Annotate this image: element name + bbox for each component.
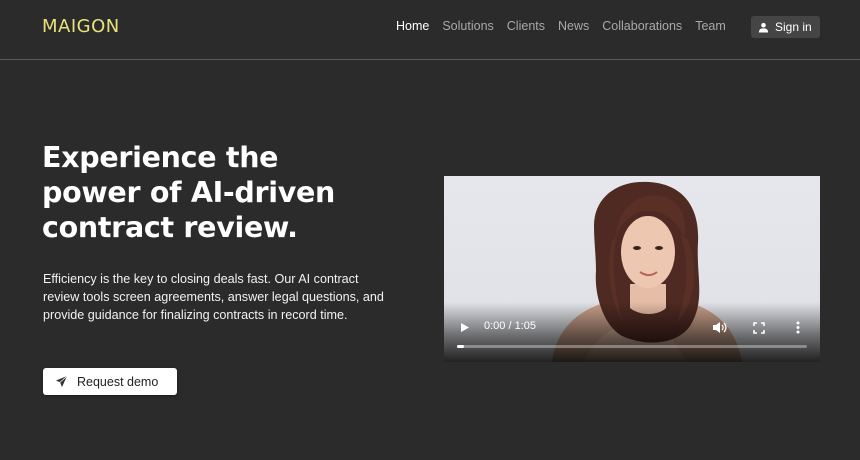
nav-item-solutions[interactable]: Solutions xyxy=(442,19,493,33)
headline-line: power of AI-driven xyxy=(42,176,336,209)
more-options-icon[interactable] xyxy=(796,321,800,334)
fullscreen-icon[interactable] xyxy=(753,322,765,334)
volume-icon[interactable] xyxy=(712,321,727,334)
nav-item-team[interactable]: Team xyxy=(695,19,726,33)
brand-logo[interactable]: MAIGON xyxy=(42,16,120,37)
nav-item-collaborations[interactable]: Collaborations xyxy=(602,19,682,33)
video-progress-fill xyxy=(457,345,464,348)
sign-in-label: Sign in xyxy=(775,20,812,34)
user-icon xyxy=(758,22,769,33)
nav-links: Home Solutions Clients News Collaboratio… xyxy=(396,19,726,33)
send-icon xyxy=(55,375,68,388)
nav-item-news[interactable]: News xyxy=(558,19,589,33)
play-icon[interactable] xyxy=(460,322,470,333)
request-demo-button[interactable]: Request demo xyxy=(43,368,177,395)
sign-in-button[interactable]: Sign in xyxy=(751,16,820,38)
headline-line: Experience the xyxy=(42,141,279,174)
video-time: 0:00 / 1:05 xyxy=(484,320,536,332)
nav-item-home[interactable]: Home xyxy=(396,19,429,33)
nav-item-clients[interactable]: Clients xyxy=(507,19,545,33)
hero-headline: Experience the power of AI-driven contra… xyxy=(42,140,382,245)
hero-lead: Efficiency is the key to closing deals f… xyxy=(43,272,384,322)
video-progress-bar[interactable] xyxy=(457,345,807,348)
headline-line: contract review. xyxy=(42,211,298,244)
video-player[interactable]: 0:00 / 1:05 xyxy=(444,176,820,362)
request-demo-label: Request demo xyxy=(77,374,159,389)
top-nav: MAIGON Home Solutions Clients News Colla… xyxy=(0,0,860,60)
